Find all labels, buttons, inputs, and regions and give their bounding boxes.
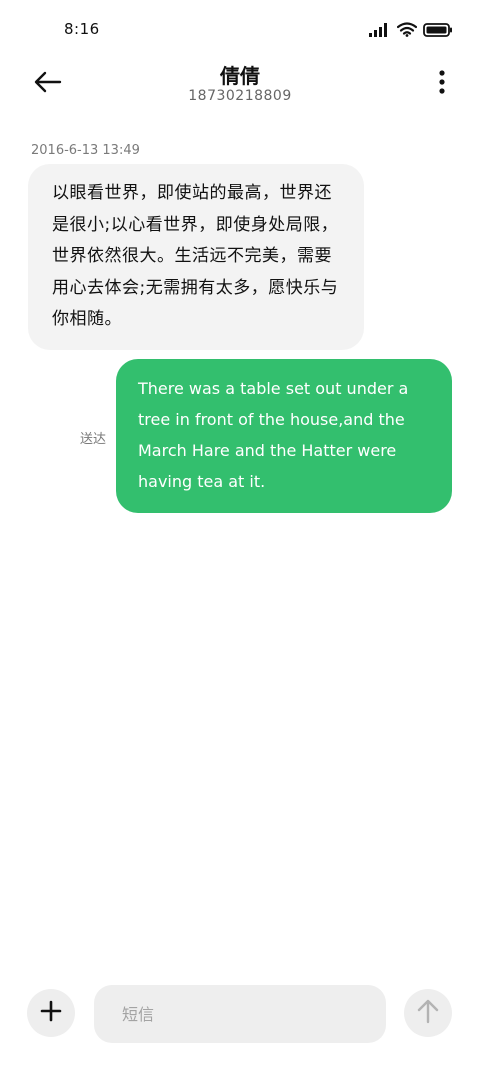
conversation-header: 倩倩 18730218809	[0, 56, 480, 120]
add-attachment-button[interactable]	[27, 989, 75, 1037]
message-timestamp: 2016-6-13 13:49	[31, 143, 140, 158]
received-message-bubble[interactable]: 以眼看世界，即使站的最高，世界还是很小;以心看世界，即使身处局限，世界依然很大。…	[28, 164, 364, 350]
delivery-status: 送达	[80, 432, 107, 447]
wifi-icon	[396, 22, 418, 41]
battery-icon	[423, 22, 453, 41]
status-time: 8:16	[64, 20, 100, 38]
status-bar: 8:16	[0, 0, 480, 56]
more-vertical-icon	[439, 70, 445, 98]
contact-number: 18730218809	[188, 88, 292, 104]
more-options-button[interactable]	[432, 68, 452, 100]
plus-icon	[40, 1000, 62, 1026]
signal-icon	[369, 22, 391, 41]
sms-conversation-screen: 8:16 倩倩 18730218809 2016-6-13 13:49 以眼看世…	[0, 0, 480, 1066]
contact-name: 倩倩	[220, 64, 260, 88]
message-input[interactable]	[94, 985, 386, 1043]
status-icons	[369, 22, 453, 41]
sent-message-bubble[interactable]: There was a table set out under a tree i…	[116, 359, 452, 513]
arrow-up-icon	[417, 998, 439, 1028]
send-button[interactable]	[404, 989, 452, 1037]
